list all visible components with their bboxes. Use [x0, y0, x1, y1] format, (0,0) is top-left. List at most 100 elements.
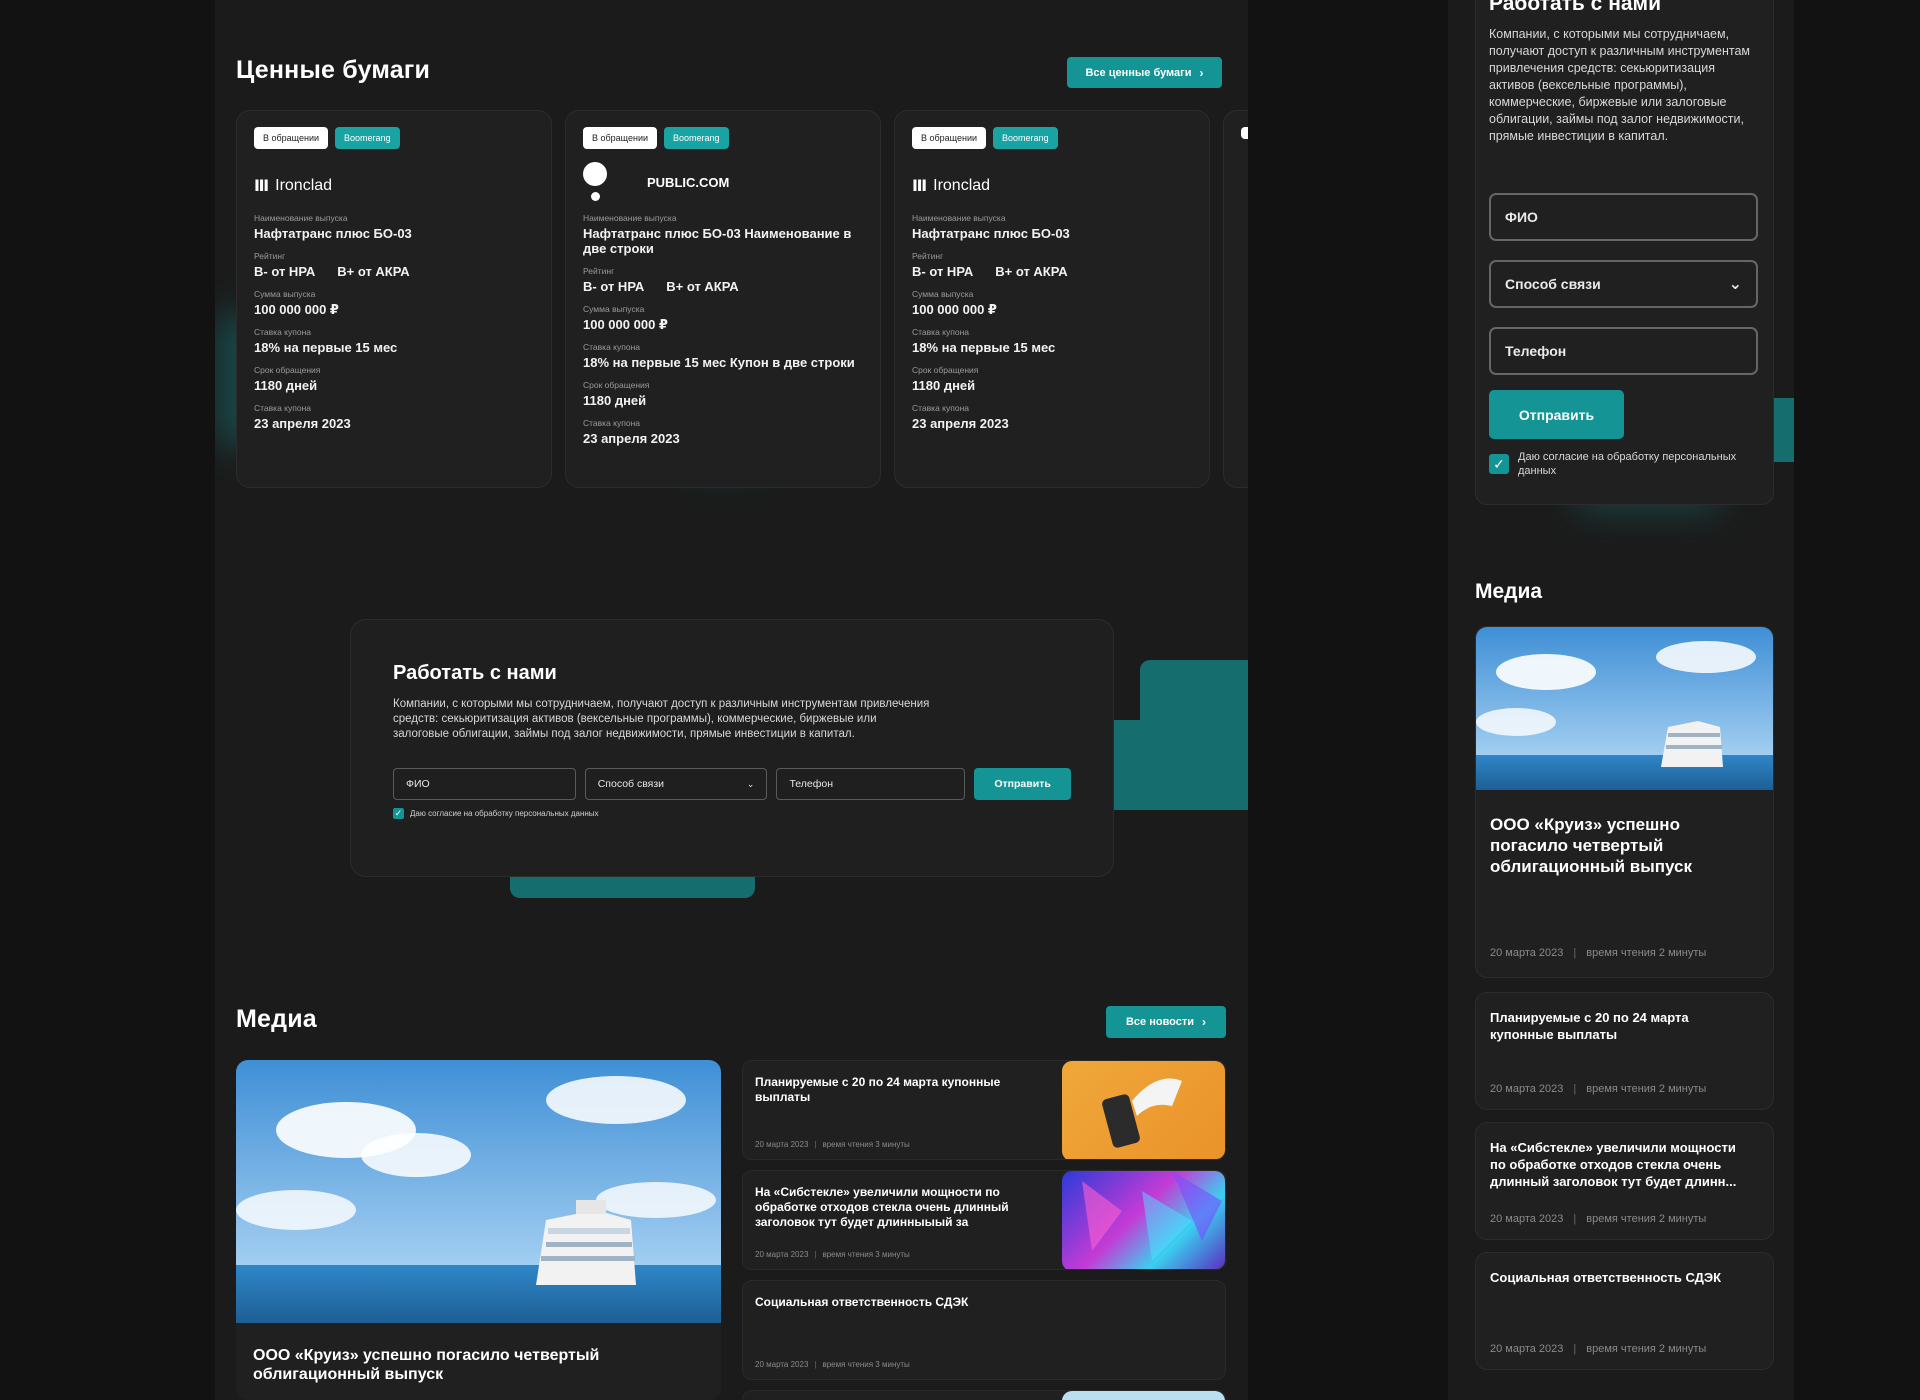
- news-date: 20 марта 2023: [1490, 1343, 1564, 1355]
- chevron-down-icon: ⌄: [746, 778, 755, 789]
- status-badge: В обращении: [912, 127, 987, 149]
- read-time: время чтения 2 минуты: [1586, 1343, 1707, 1355]
- mobile-featured-news[interactable]: ООО «Круиз» успешно погасило четвертый о…: [1475, 626, 1774, 978]
- cruise-ship-image: [236, 1060, 721, 1323]
- news-card[interactable]: На «Сибстекле» увеличили мощности по обр…: [742, 1170, 1226, 1270]
- coupon-date: 23 апреля 2023: [912, 416, 1009, 431]
- coupon-rate: 18% на первые 15 мес: [912, 340, 1056, 355]
- phone-field[interactable]: Телефон: [776, 768, 966, 800]
- news-title: Планируемые с 20 по 24 марта купонные вы…: [755, 1075, 1001, 1104]
- field-label: Сумма выпуска: [254, 289, 316, 299]
- news-title: На «Сибстекле» увеличили мощности по обр…: [1490, 1140, 1737, 1189]
- check-icon: ✓: [394, 808, 403, 818]
- contact-placeholder: Способ связи: [1505, 276, 1601, 292]
- rating-value: B- от НРА: [912, 264, 974, 279]
- news-card[interactable]: Социальная ответственность СДЭК 20 марта…: [742, 1280, 1226, 1380]
- mobile-fio-field[interactable]: ФИО: [1489, 193, 1758, 241]
- field-label: Сумма выпуска: [583, 304, 645, 314]
- field-label: Рейтинг: [254, 251, 286, 261]
- mobile-send-button[interactable]: Отправить: [1489, 390, 1624, 439]
- consent-label: Даю согласие на обработку персональных д…: [410, 809, 599, 818]
- work-description: Компании, с которыми мы сотрудничаем, по…: [393, 698, 930, 740]
- work-with-us-section: Работать с нами Компании, с которыми мы …: [350, 619, 1114, 877]
- status-badge: В обращении: [254, 127, 329, 149]
- read-time: время чтения 3 минуты: [822, 1250, 910, 1259]
- read-time: время чтения 2 минуты: [1586, 947, 1707, 959]
- featured-news-card[interactable]: ООО «Круиз» успешно погасило четвертый о…: [236, 1060, 721, 1400]
- coupon-rate: 18% на первые 15 мес: [254, 340, 398, 355]
- mobile-news-card[interactable]: Социальная ответственность СДЭК 20 марта…: [1475, 1252, 1774, 1370]
- program-badge: Boomerang: [335, 127, 400, 149]
- mobile-work-description: Компании, с которыми мы сотрудничаем, по…: [1489, 27, 1751, 143]
- mobile-consent-label: Даю согласие на обработку персональных д…: [1518, 451, 1737, 477]
- field-label: Ставка купона: [254, 327, 311, 337]
- rating-value: B+ от АКРА: [337, 264, 410, 279]
- news-image: [1062, 1391, 1225, 1400]
- issue-name: Нафтатранс плюс БО-03 Наименование в две…: [583, 226, 852, 256]
- status-badge: В обращении: [583, 127, 658, 149]
- ironclad-logo-icon: Ⅲ: [254, 178, 270, 195]
- news-date: 20 марта 2023: [755, 1140, 809, 1149]
- news-date: 20 марта 2023: [1490, 1213, 1564, 1225]
- field-label: Рейтинг: [912, 251, 944, 261]
- mobile-contact-select[interactable]: Способ связи ⌄: [1489, 260, 1758, 308]
- phone-placeholder: Телефон: [789, 778, 833, 790]
- issue-sum: 100 000 000 ₽: [583, 317, 668, 332]
- news-card[interactable]: [742, 1390, 1226, 1400]
- field-label: Ставка купона: [254, 403, 311, 413]
- public-logo-icon: [583, 162, 609, 202]
- rating-value: B+ от АКРА: [666, 279, 739, 294]
- featured-news-title: ООО «Круиз» успешно погасило четвертый о…: [253, 1347, 600, 1383]
- send-button[interactable]: Отправить: [974, 768, 1071, 800]
- cruise-ship-image: [1476, 627, 1773, 790]
- news-date: 20 марта 2023: [755, 1250, 809, 1259]
- chevron-right-icon: ›: [1199, 65, 1204, 80]
- receipt-image: [1062, 1061, 1225, 1159]
- news-title: Социальная ответственность СДЭК: [755, 1295, 969, 1309]
- field-label: Ставка купона: [912, 327, 969, 337]
- mobile-phone-field[interactable]: Телефон: [1489, 327, 1758, 375]
- field-label: Срок обращения: [254, 365, 321, 375]
- mobile-consent-checkbox[interactable]: ✓: [1489, 454, 1509, 474]
- check-icon: ✓: [1493, 455, 1505, 472]
- all-news-label: Все новости: [1125, 1016, 1195, 1028]
- news-title: Социальная ответственность СДЭК: [1490, 1270, 1722, 1285]
- security-card[interactable]: [1223, 110, 1248, 488]
- issuer-logo: Ⅲ Ironclad: [912, 169, 1192, 203]
- ironclad-logo-icon: Ⅲ: [912, 178, 928, 195]
- news-date: 20 марта 2023: [1490, 1083, 1564, 1095]
- program-badge: Boomerang: [993, 127, 1058, 149]
- all-securities-button[interactable]: Все ценные бумаги ›: [1067, 57, 1222, 88]
- news-date: 20 марта 2023: [1490, 947, 1564, 959]
- contact-select[interactable]: Способ связи ⌄: [584, 768, 768, 800]
- mobile-featured-title: ООО «Круиз» успешно погасило четвертый о…: [1490, 815, 1692, 876]
- all-news-button[interactable]: Все новости ›: [1106, 1006, 1226, 1038]
- chevron-down-icon: ⌄: [1728, 276, 1742, 293]
- mobile-media-title: Медиа: [1475, 580, 1543, 603]
- security-card[interactable]: В обращении Boomerang PUBLIC.COM Наимено…: [565, 110, 881, 488]
- issue-name: Нафтатранс плюс БО-03: [912, 226, 1070, 241]
- read-time: время чтения 3 минуты: [822, 1140, 910, 1149]
- term: 1180 дней: [583, 393, 647, 408]
- security-card[interactable]: В обращении Boomerang Ⅲ Ironclad Наимено…: [894, 110, 1210, 488]
- status-badge: [1241, 127, 1248, 139]
- consent-checkbox[interactable]: ✓: [393, 808, 404, 819]
- contact-placeholder: Способ связи: [597, 778, 665, 790]
- mobile-frame: Работать с нами Компании, с которыми мы …: [1448, 0, 1794, 1400]
- mobile-work-title: Работать с нами: [1489, 0, 1661, 15]
- chevron-right-icon: ›: [1202, 1015, 1207, 1029]
- field-label: Наименование выпуска: [583, 213, 677, 223]
- news-card[interactable]: Планируемые с 20 по 24 марта купонные вы…: [742, 1060, 1226, 1160]
- mobile-news-card[interactable]: На «Сибстекле» увеличили мощности по обр…: [1475, 1122, 1774, 1240]
- issue-sum: 100 000 000 ₽: [254, 302, 339, 317]
- fio-placeholder: ФИО: [1505, 209, 1538, 225]
- media-title: Медиа: [236, 1005, 317, 1033]
- issuer-logo: Ⅲ Ironclad: [254, 169, 534, 203]
- field-label: Срок обращения: [583, 380, 650, 390]
- security-card[interactable]: В обращении Boomerang Ⅲ Ironclad Наимено…: [236, 110, 552, 488]
- rating-value: B- от НРА: [254, 264, 316, 279]
- fio-field[interactable]: ФИО: [393, 768, 576, 800]
- read-time: время чтения 2 минуты: [1586, 1213, 1707, 1225]
- issuer-logo: PUBLIC.COM: [583, 161, 863, 203]
- mobile-news-card[interactable]: Планируемые с 20 по 24 марта купонные вы…: [1475, 992, 1774, 1110]
